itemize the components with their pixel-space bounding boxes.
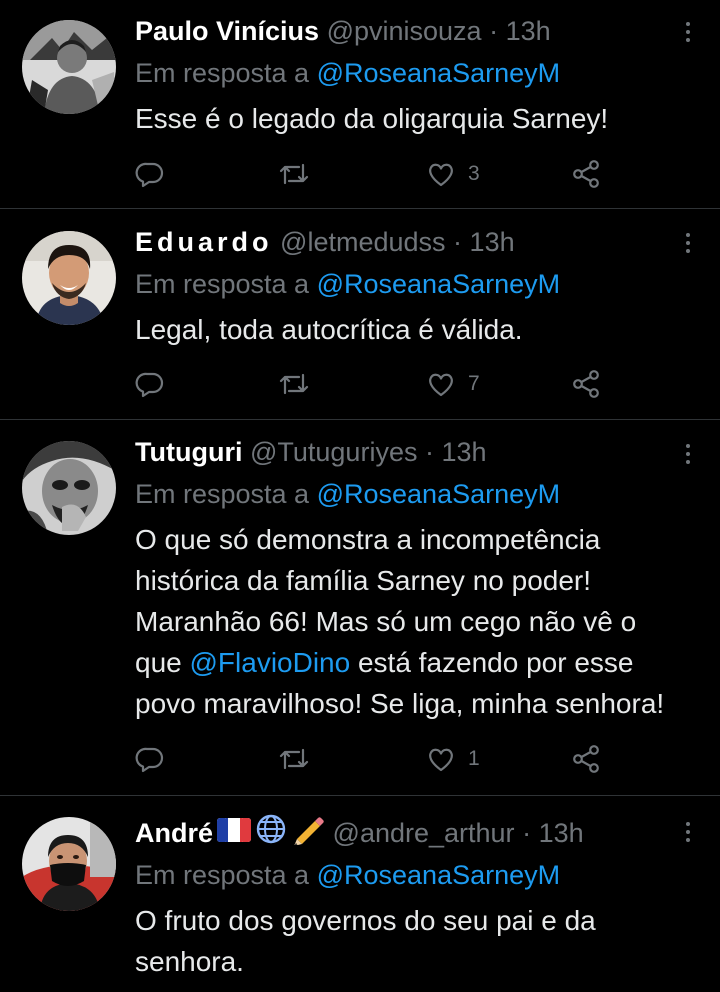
text-segment: que	[135, 647, 190, 678]
reply-prefix: Em resposta a	[135, 269, 310, 299]
tweet-text-line: O fruto dos governos do seu pai e da	[135, 905, 596, 936]
avatar[interactable]	[22, 441, 116, 535]
tweet-text-line-with-mention: que @FlavioDino está fazendo por esse	[135, 642, 700, 683]
tweet-text-line: Esse é o legado da oligarquia Sarney!	[135, 103, 609, 134]
separator-dot: ·	[489, 16, 499, 46]
tweet-text-line: histórica da família Sarney no poder!	[135, 565, 592, 596]
tweet-text-line: povo maravilhoso! Se liga, minha senhora…	[135, 688, 665, 719]
like-button[interactable]: 7	[426, 369, 480, 399]
reply-button[interactable]	[135, 369, 165, 399]
tweet-text: O que só demonstra a incompetência histó…	[135, 519, 700, 724]
more-options-icon[interactable]	[684, 233, 692, 261]
user-handle[interactable]: @pvinisouza	[327, 16, 482, 46]
like-count: 1	[468, 747, 480, 770]
retweet-button[interactable]	[278, 744, 310, 774]
tweet-actions: 1	[135, 744, 615, 774]
separator-dot: ·	[522, 818, 532, 848]
reply-to-mention[interactable]: @RoseanaSarneyM	[317, 860, 561, 890]
tweet-text: O fruto dos governos do seu pai e da sen…	[135, 900, 700, 982]
reply-context: Em resposta a @RoseanaSarneyM	[135, 477, 560, 511]
text-mention-link[interactable]: @FlavioDino	[190, 647, 351, 678]
share-icon	[573, 370, 599, 398]
tweet-header: Paulo Vinícius @pvinisouza · 13h	[135, 14, 551, 48]
share-icon	[573, 745, 599, 773]
like-count: 7	[468, 372, 480, 395]
reply-context: Em resposta a @RoseanaSarneyM	[135, 267, 560, 301]
globe-icon	[255, 813, 287, 853]
tweet[interactable]: André @andre_arthur · 13h Em resposta a …	[0, 796, 720, 992]
replies-timeline: Paulo Vinícius @pvinisouza · 13h Em resp…	[0, 0, 720, 992]
tweet-text-line: senhora.	[135, 946, 244, 977]
share-icon	[573, 160, 599, 188]
reply-prefix: Em resposta a	[135, 860, 310, 890]
reply-button[interactable]	[135, 159, 165, 189]
tweet[interactable]: Eduardo @letmedudss · 13h Em resposta a …	[0, 209, 720, 420]
user-handle[interactable]: @Tutuguriyes	[250, 437, 417, 467]
avatar[interactable]	[22, 231, 116, 325]
pencil-icon	[291, 813, 325, 853]
heart-icon	[429, 373, 453, 397]
timestamp[interactable]: 13h	[539, 818, 584, 848]
tweet-text: Legal, toda autocrítica é válida.	[135, 309, 700, 350]
reply-button[interactable]	[135, 744, 165, 774]
more-options-icon[interactable]	[684, 444, 692, 472]
share-button[interactable]	[571, 744, 601, 774]
retweet-button[interactable]	[278, 159, 310, 189]
separator-dot: ·	[453, 227, 463, 257]
tweet-text-line: Legal, toda autocrítica é válida.	[135, 314, 523, 345]
tweet-text: Esse é o legado da oligarquia Sarney!	[135, 98, 700, 139]
avatar[interactable]	[22, 20, 116, 114]
retweet-icon	[279, 748, 309, 770]
more-options-icon[interactable]	[684, 822, 692, 850]
avatar[interactable]	[22, 817, 116, 911]
timestamp[interactable]: 13h	[442, 437, 487, 467]
display-name[interactable]: Eduardo	[135, 227, 273, 257]
like-count: 3	[468, 162, 480, 185]
user-handle[interactable]: @andre_arthur	[333, 818, 515, 848]
timestamp[interactable]: 13h	[470, 227, 515, 257]
like-button[interactable]: 3	[426, 159, 480, 189]
tweet-header: Eduardo @letmedudss · 13h	[135, 225, 515, 259]
display-name[interactable]: Tutuguri	[135, 437, 242, 467]
tweet-header: Tutuguri @Tutuguriyes · 13h	[135, 435, 487, 469]
reply-icon	[135, 747, 164, 773]
tweet[interactable]: Paulo Vinícius @pvinisouza · 13h Em resp…	[0, 0, 720, 209]
retweet-icon	[279, 163, 309, 185]
reply-context: Em resposta a @RoseanaSarneyM	[135, 56, 560, 90]
tweet-actions: 7	[135, 369, 615, 399]
display-name[interactable]: Paulo Vinícius	[135, 16, 319, 46]
retweet-button[interactable]	[278, 369, 310, 399]
reply-context: Em resposta a @RoseanaSarneyM	[135, 858, 560, 892]
share-button[interactable]	[571, 159, 601, 189]
display-name[interactable]: André	[135, 818, 213, 848]
tweet-text-line: O que só demonstra a incompetência	[135, 524, 601, 555]
heart-icon	[429, 163, 453, 187]
share-button[interactable]	[571, 369, 601, 399]
like-button[interactable]: 1	[426, 744, 480, 774]
tweet-text-line: Maranhão 66! Mas só um cego não vê o	[135, 606, 637, 637]
separator-dot: ·	[424, 437, 434, 467]
reply-icon	[135, 372, 164, 398]
flag-france-icon	[217, 816, 252, 850]
tweet[interactable]: Tutuguri @Tutuguriyes · 13h Em resposta …	[0, 420, 720, 796]
user-handle[interactable]: @letmedudss	[280, 227, 445, 257]
tweet-header: André @andre_arthur · 13h	[135, 813, 584, 853]
retweet-icon	[279, 373, 309, 395]
more-options-icon[interactable]	[684, 22, 692, 50]
heart-icon	[429, 748, 453, 772]
reply-to-mention[interactable]: @RoseanaSarneyM	[317, 58, 561, 88]
timestamp[interactable]: 13h	[506, 16, 551, 46]
reply-prefix: Em resposta a	[135, 479, 310, 509]
reply-to-mention[interactable]: @RoseanaSarneyM	[317, 269, 561, 299]
reply-to-mention[interactable]: @RoseanaSarneyM	[317, 479, 561, 509]
reply-prefix: Em resposta a	[135, 58, 310, 88]
reply-icon	[135, 162, 164, 188]
tweet-actions: 3	[135, 159, 615, 189]
text-segment: está fazendo por esse	[350, 647, 634, 678]
